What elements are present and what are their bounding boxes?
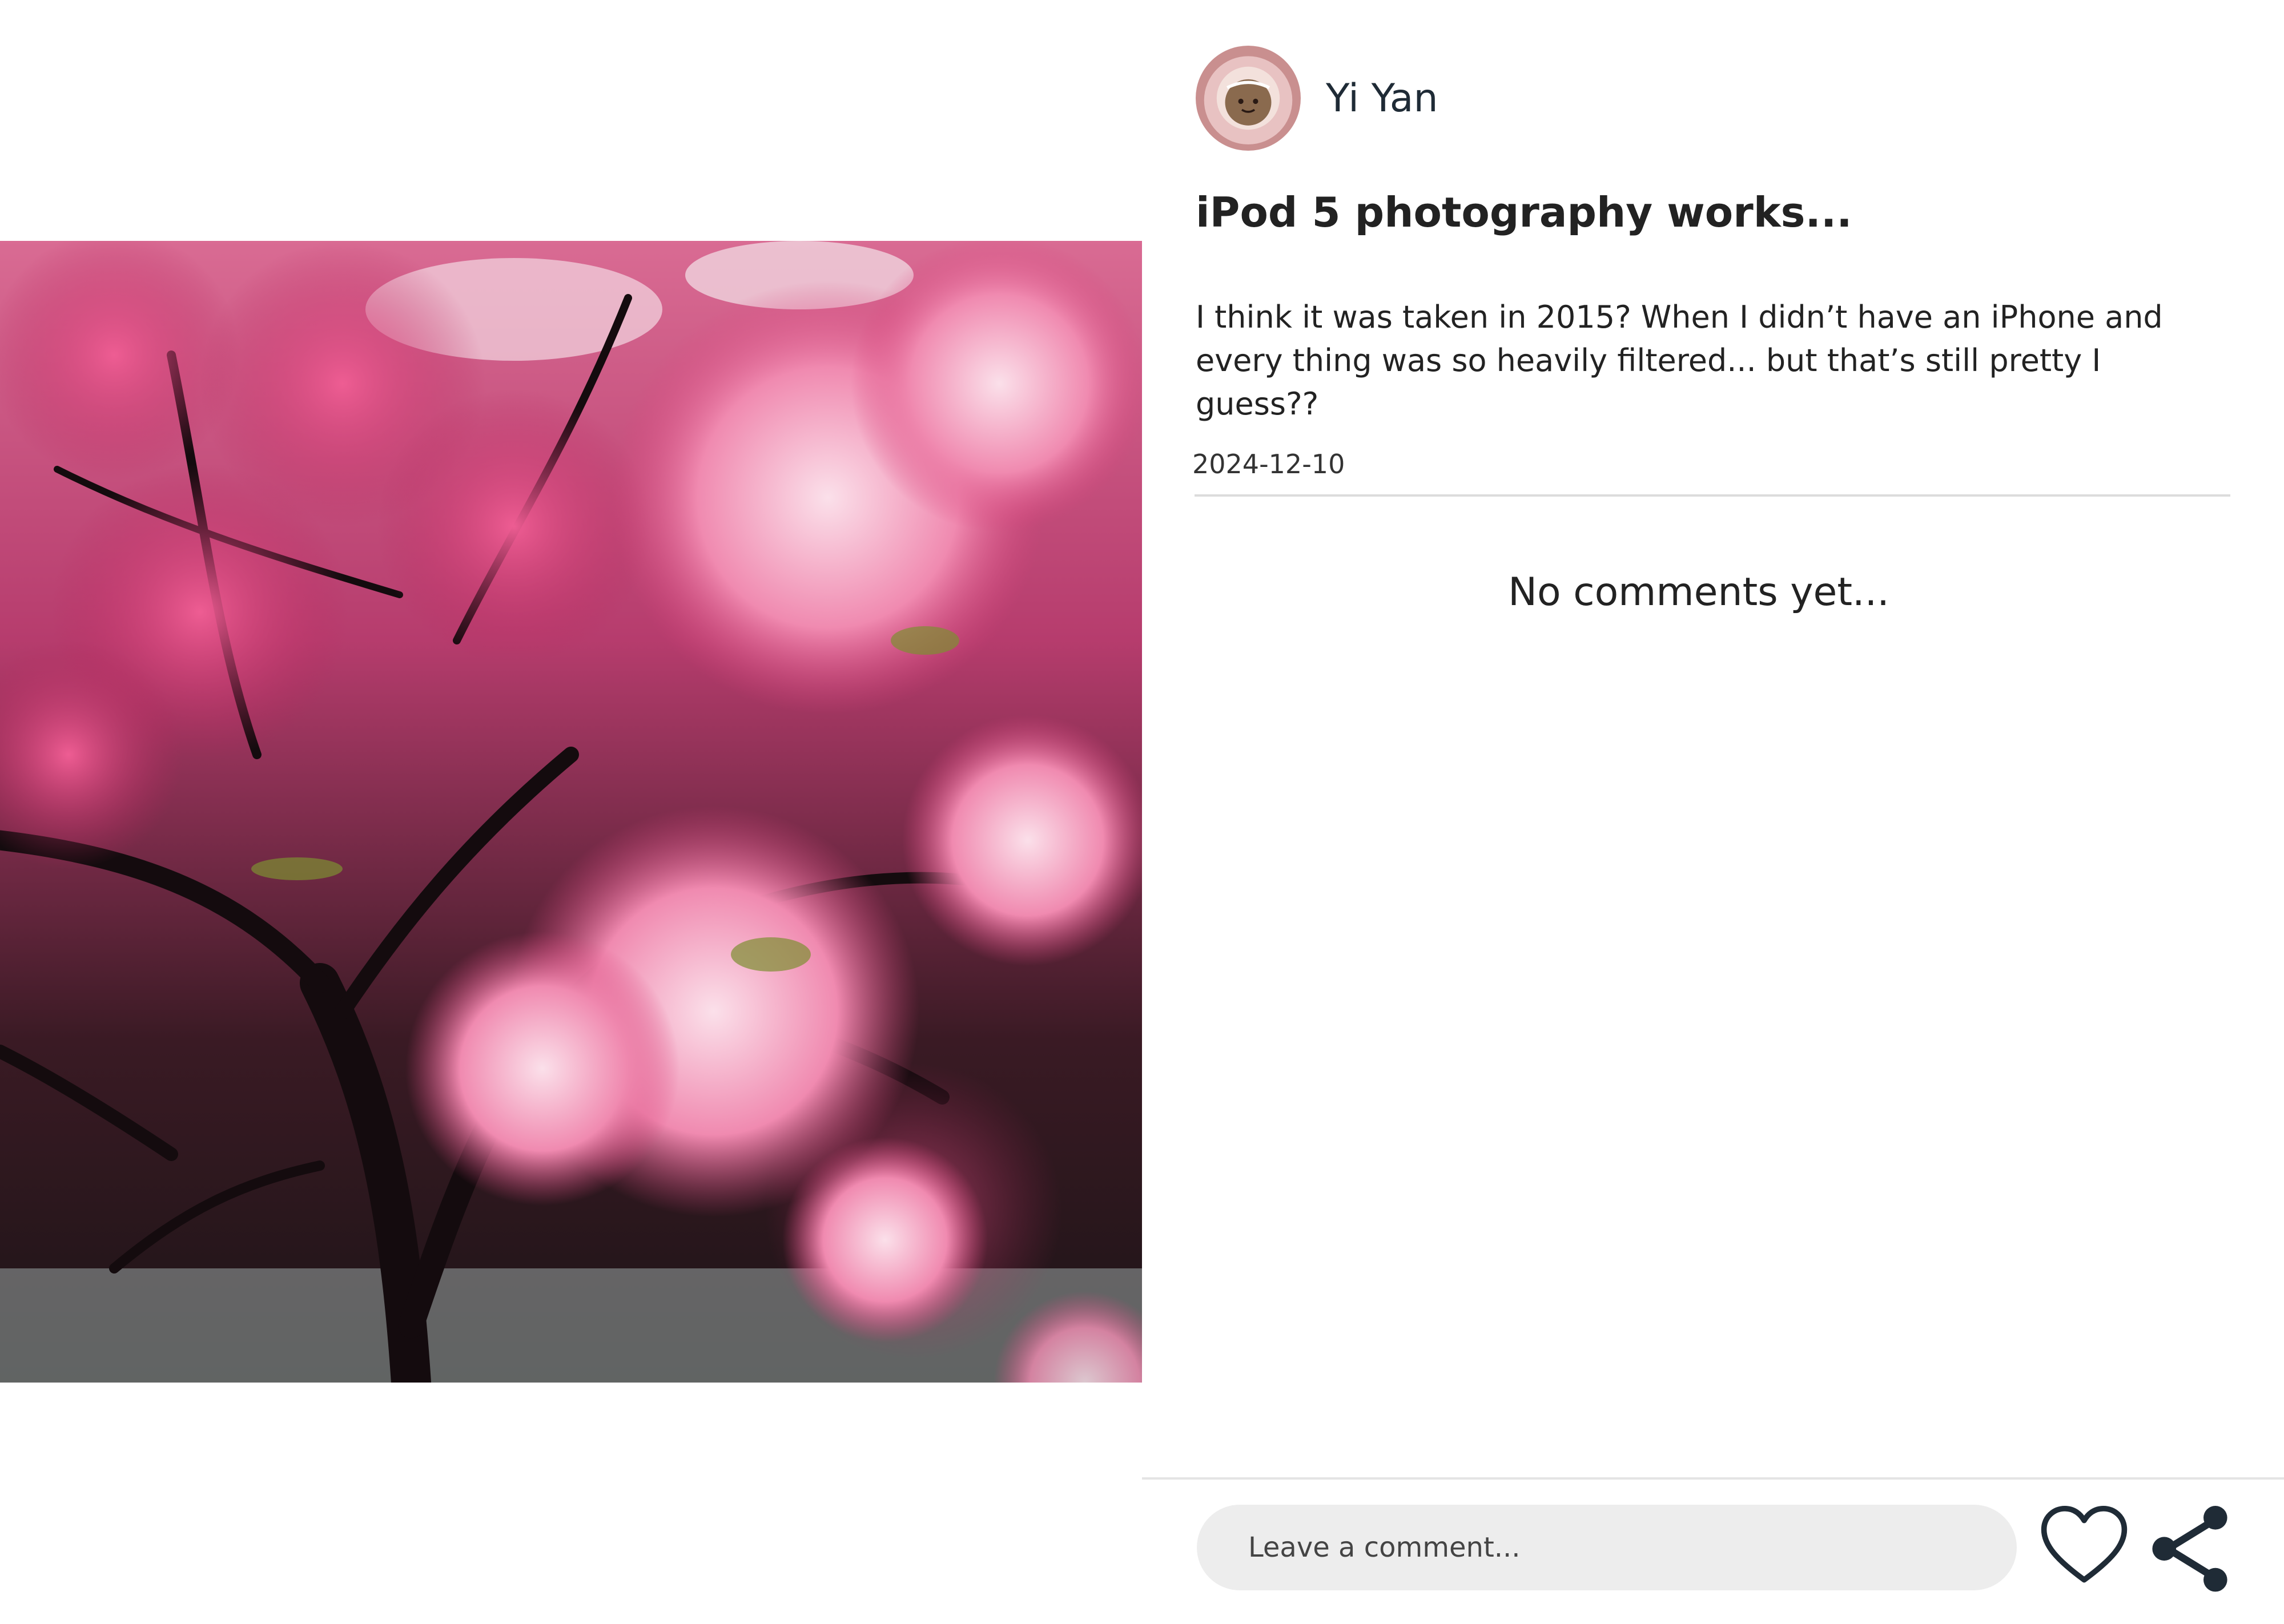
post-date: 2024-12-10 — [1192, 449, 1345, 479]
like-button[interactable] — [2038, 1501, 2130, 1593]
heart-icon — [2038, 1501, 2130, 1593]
divider — [1195, 494, 2230, 497]
author-name[interactable]: Yi Yan — [1326, 76, 1438, 121]
post-detail-page: Yi Yan iPod 5 photography works... I thi… — [0, 0, 2284, 1624]
comment-input[interactable] — [1197, 1505, 2017, 1590]
post-title: iPod 5 photography works... — [1196, 188, 1852, 236]
post-detail-panel: Yi Yan iPod 5 photography works... I thi… — [1142, 0, 2284, 1624]
share-icon — [2144, 1501, 2235, 1593]
post-description: I think it was taken in 2015? When I did… — [1196, 299, 2163, 422]
empty-comments-message: No comments yet... — [1508, 570, 1889, 615]
action-bar-divider — [1142, 1477, 2284, 1480]
share-button[interactable] — [2144, 1501, 2235, 1593]
post-photo[interactable] — [0, 241, 1142, 1383]
author-header[interactable]: Yi Yan — [1196, 46, 1438, 151]
avatar[interactable] — [1196, 46, 1301, 151]
